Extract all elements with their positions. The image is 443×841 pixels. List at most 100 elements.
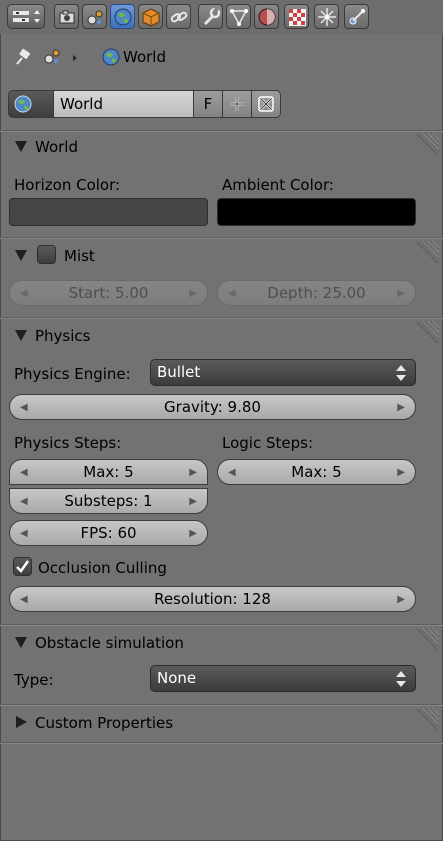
decrement-arrow-icon[interactable]: ◀ (20, 587, 28, 612)
panel-grip-icon[interactable] (417, 321, 439, 343)
physics-engine-label: Physics Engine: (14, 365, 131, 383)
expand-triangle-icon[interactable] (14, 715, 28, 729)
obstacle-type-select[interactable]: None (150, 665, 416, 692)
fps-field[interactable]: ◀ FPS: 60 ▶ (9, 520, 208, 546)
panel-divider (0, 704, 443, 706)
panel-grip-icon[interactable] (417, 241, 439, 263)
render-tab[interactable] (54, 4, 79, 29)
plus-icon (230, 97, 244, 111)
decrement-arrow-icon[interactable]: ◀ (20, 395, 28, 420)
collapse-triangle-icon[interactable] (14, 139, 28, 153)
panel-grip-icon[interactable] (417, 628, 439, 650)
panel-divider (0, 317, 443, 319)
editor-type-button[interactable] (7, 4, 45, 29)
properties-header (0, 0, 443, 34)
world-panel-title[interactable]: World (35, 138, 78, 156)
render-icon (59, 10, 75, 24)
world-name-field[interactable]: World (54, 90, 194, 118)
fake-user-button[interactable]: F (194, 90, 223, 118)
substeps-value: Substeps: 1 (64, 492, 153, 510)
checkmark-icon (16, 560, 30, 573)
increment-arrow-icon[interactable]: ▶ (397, 395, 405, 420)
gravity-value: Gravity: 9.80 (164, 398, 261, 416)
physics-engine-select[interactable]: Bullet (150, 359, 416, 386)
panel-divider (0, 742, 443, 744)
breadcrumb-arrow-icon (73, 55, 77, 61)
occlusion-resolution-value: Resolution: 128 (154, 590, 271, 608)
increment-arrow-icon[interactable]: ▶ (397, 460, 405, 485)
custom-properties-panel-title[interactable]: Custom Properties (35, 714, 173, 732)
material-tab[interactable] (254, 4, 279, 29)
increment-arrow-icon[interactable]: ▶ (189, 281, 197, 306)
increment-arrow-icon[interactable]: ▶ (189, 489, 197, 514)
mist-depth-value: Depth: 25.00 (267, 284, 366, 302)
panel-grip-icon[interactable] (417, 708, 439, 730)
increment-arrow-icon[interactable]: ▶ (397, 281, 405, 306)
material-icon (258, 8, 276, 26)
texture-icon (289, 9, 306, 26)
decrement-arrow-icon[interactable]: ◀ (20, 281, 28, 306)
texture-tab[interactable] (284, 4, 309, 29)
constraints-icon (170, 11, 188, 23)
particles-icon (318, 8, 336, 26)
logic-max-steps-field[interactable]: ◀ Max: 5 ▶ (217, 459, 416, 485)
pin-icon[interactable] (12, 46, 34, 68)
modifiers-icon (203, 7, 221, 26)
occlusion-culling-label[interactable]: Occlusion Culling (38, 559, 167, 577)
obstacle-panel-title[interactable]: Obstacle simulation (35, 634, 184, 652)
world-tab[interactable] (110, 4, 135, 29)
collapse-triangle-icon[interactable] (14, 635, 28, 649)
physics-steps-label: Physics Steps: (14, 434, 122, 452)
updown-arrows-icon (396, 671, 406, 687)
gravity-field[interactable]: ◀ Gravity: 9.80 ▶ (9, 394, 416, 420)
constraints-tab[interactable] (166, 4, 191, 29)
ambient-color-swatch[interactable] (217, 198, 416, 226)
scene-tab[interactable] (82, 4, 107, 29)
horizon-color-label: Horizon Color: (14, 176, 121, 194)
obstacle-type-value: None (157, 669, 197, 687)
increment-arrow-icon[interactable]: ▶ (397, 587, 405, 612)
mist-depth-field[interactable]: ◀ Depth: 25.00 ▶ (217, 280, 416, 306)
collapse-triangle-icon[interactable] (14, 248, 28, 262)
breadcrumb-world-label: World (123, 48, 166, 66)
occlusion-culling-checkbox[interactable] (13, 557, 32, 576)
decrement-arrow-icon[interactable]: ◀ (20, 460, 28, 485)
decrement-arrow-icon[interactable]: ◀ (228, 460, 236, 485)
physics-max-steps-field[interactable]: ◀ Max: 5 ▶ (9, 459, 208, 485)
physics-icon (349, 9, 365, 25)
ambient-color-label: Ambient Color: (222, 176, 334, 194)
modifiers-tab[interactable] (198, 4, 223, 29)
mist-start-field[interactable]: ◀ Start: 5.00 ▶ (9, 280, 208, 306)
physics-max-steps-value: Max: 5 (83, 463, 134, 481)
collapse-triangle-icon[interactable] (14, 328, 28, 342)
decrement-arrow-icon[interactable]: ◀ (20, 521, 28, 546)
panel-divider (0, 130, 443, 132)
decrement-arrow-icon[interactable]: ◀ (20, 489, 28, 514)
mist-enable-checkbox[interactable] (37, 245, 56, 264)
panel-grip-icon[interactable] (417, 133, 439, 155)
obstacle-type-label: Type: (14, 671, 54, 689)
panel-divider (0, 237, 443, 239)
fps-value: FPS: 60 (80, 524, 137, 542)
decrement-arrow-icon[interactable]: ◀ (228, 281, 236, 306)
scene-icon (87, 10, 103, 25)
unlink-world-button[interactable] (252, 90, 281, 118)
substeps-field[interactable]: ◀ Substeps: 1 ▶ (9, 488, 208, 514)
new-world-button[interactable] (223, 90, 252, 118)
world-icon (114, 8, 132, 26)
data-tab[interactable] (226, 4, 251, 29)
mist-panel-title[interactable]: Mist (64, 247, 95, 265)
physics-panel-title[interactable]: Physics (35, 327, 90, 345)
increment-arrow-icon[interactable]: ▶ (189, 521, 197, 546)
world-icon (14, 95, 32, 113)
object-tab[interactable] (138, 4, 163, 29)
editor-type-icon (13, 10, 40, 23)
data-icon (230, 9, 248, 26)
occlusion-resolution-field[interactable]: ◀ Resolution: 128 ▶ (9, 586, 416, 612)
world-browse-button[interactable] (8, 90, 54, 118)
increment-arrow-icon[interactable]: ▶ (189, 460, 197, 485)
horizon-color-swatch[interactable] (9, 198, 208, 226)
physics-tab[interactable] (344, 4, 369, 29)
scene-icon (44, 49, 60, 64)
particles-tab[interactable] (314, 4, 339, 29)
